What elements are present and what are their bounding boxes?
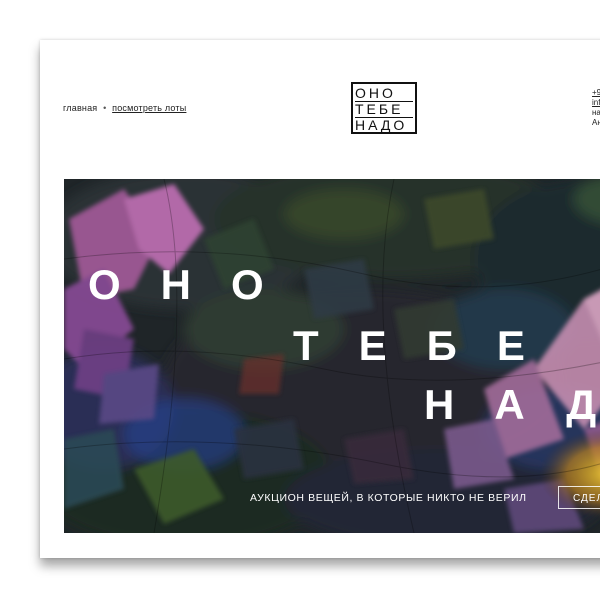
contact-line-4: Ан <box>592 118 600 127</box>
hero-banner: ОНО ТЕБЕ НАД АУКЦИОН ВЕЩЕЙ, В КОТОРЫЕ НИ… <box>64 179 600 533</box>
hero-headline-line-2: ТЕБЕ <box>293 322 565 369</box>
breadcrumb: главная • посмотреть лоты <box>63 103 186 113</box>
header-contacts: +9 inf на Ан <box>592 88 600 128</box>
breadcrumb-separator: • <box>103 103 107 113</box>
phone-link[interactable]: +9 <box>592 88 600 98</box>
hero-headline-line-1: ОНО <box>88 261 304 308</box>
hero-headline-line-3: НАД <box>424 381 596 428</box>
logo-line-2: ТЕБЕ <box>355 101 413 116</box>
logo-line-1: ОНО <box>355 85 396 101</box>
hero-tagline: АУКЦИОН ВЕЩЕЙ, В КОТОРЫЕ НИКТО НЕ ВЕРИЛ <box>250 492 527 504</box>
breadcrumb-home-link[interactable]: главная <box>63 103 97 113</box>
hero-cta-button[interactable]: СДЕЛ <box>558 486 600 509</box>
email-link[interactable]: inf <box>592 98 600 108</box>
breadcrumb-view-lots-link[interactable]: посмотреть лоты <box>112 103 186 113</box>
logo-line-3: НАДО <box>355 117 413 132</box>
site-logo[interactable]: ОНО ТЕБЕ НАДО <box>351 82 417 134</box>
page-card: главная • посмотреть лоты ОНО ТЕБЕ НАДО … <box>40 40 600 558</box>
page: главная • посмотреть лоты ОНО ТЕБЕ НАДО … <box>0 0 600 600</box>
contact-line-3: на <box>592 108 600 117</box>
